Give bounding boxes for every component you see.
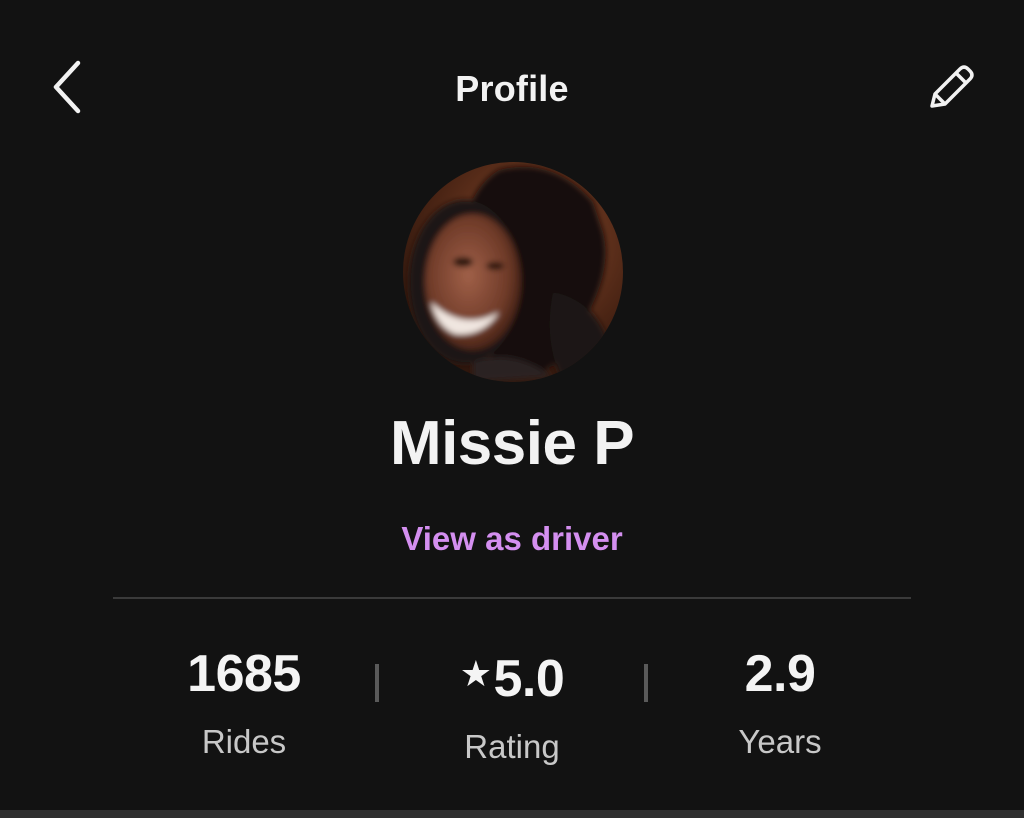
stat-label: Years [738,723,822,760]
profile-screen: Profile Missie P View as driver 1685 Rid… [0,0,1024,818]
stat-value: 2.9 [744,645,816,703]
stat-value-row: ★5.0 [392,642,632,711]
user-name: Missie P [389,409,635,478]
pencil-icon [930,65,974,108]
stat-separator [375,664,379,702]
stat-rating: ★5.0 Rating [392,642,632,769]
view-as-driver-link[interactable]: View as driver [380,520,644,558]
stat-label: Rides [201,723,287,760]
stat-separator [644,664,648,702]
page-title: Profile [455,68,569,109]
divider [113,597,911,599]
stat-years: 2.9 Years [660,642,900,764]
stat-rides: 1685 Rides [124,642,364,764]
edit-profile-button[interactable] [918,56,982,120]
stat-value: 5.0 [493,650,565,708]
star-icon: ★ [459,653,492,694]
bottom-bar [0,810,1024,818]
stat-value: 1685 [187,645,301,703]
stat-label: Rating [464,728,560,765]
avatar-photo [403,162,623,382]
avatar[interactable] [403,162,623,382]
